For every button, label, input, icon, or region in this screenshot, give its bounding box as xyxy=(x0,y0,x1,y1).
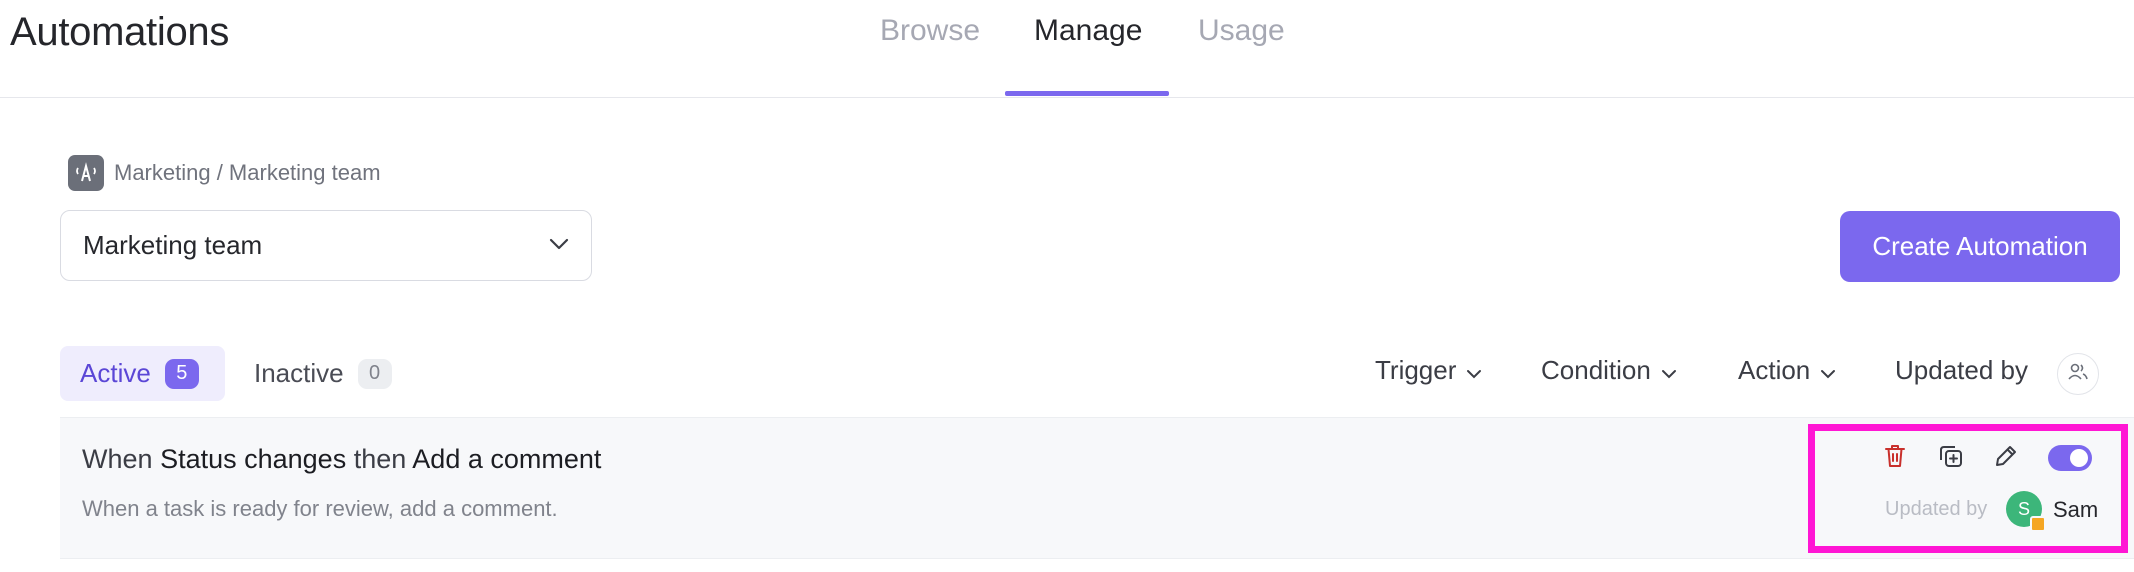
then-keyword: then xyxy=(353,444,407,474)
tab-browse[interactable]: Browse xyxy=(880,14,980,97)
people-filter-button[interactable] xyxy=(2057,353,2099,395)
condition-filter-label: Condition xyxy=(1541,355,1651,385)
updated-by-filter-label: Updated by xyxy=(1895,355,2028,385)
inactive-count-badge: 0 xyxy=(357,358,392,389)
active-tab-indicator xyxy=(1005,91,1169,96)
when-keyword: When xyxy=(82,444,153,474)
trigger-filter-label: Trigger xyxy=(1375,355,1457,385)
active-count-badge: 5 xyxy=(164,358,199,389)
tab-active-label: Active xyxy=(80,358,151,388)
trigger-filter[interactable]: Trigger xyxy=(1375,355,1482,386)
team-select-value: Marketing team xyxy=(83,230,263,260)
action-filter-label: Action xyxy=(1738,355,1811,385)
condition-filter[interactable]: Condition xyxy=(1541,355,1677,386)
action-filter[interactable]: Action xyxy=(1738,355,1836,386)
tab-active[interactable]: Active 5 xyxy=(60,346,225,401)
trigger-name: Status changes xyxy=(160,444,347,474)
chevron-down-icon xyxy=(1820,355,1836,386)
chevron-down-icon xyxy=(1466,355,1482,386)
action-name: Add a comment xyxy=(412,444,602,474)
create-automation-button[interactable]: Create Automation xyxy=(1840,211,2120,282)
tab-manage[interactable]: Manage xyxy=(1034,14,1142,97)
updated-by-filter[interactable]: Updated by xyxy=(1895,355,2028,386)
tab-inactive-label: Inactive xyxy=(254,358,344,388)
breadcrumb-text[interactable]: Marketing / Marketing team xyxy=(114,160,381,186)
team-avatar-icon xyxy=(68,155,104,191)
breadcrumb: Marketing / Marketing team xyxy=(68,155,381,191)
highlight-box xyxy=(1808,424,2128,553)
chevron-down-icon xyxy=(1661,355,1677,386)
chevron-down-icon xyxy=(549,237,569,255)
people-icon xyxy=(2067,362,2089,387)
tab-usage[interactable]: Usage xyxy=(1198,14,1285,97)
team-select[interactable]: Marketing team xyxy=(60,210,592,281)
top-tabs: Browse Manage Usage xyxy=(0,0,2134,98)
tab-inactive[interactable]: Inactive 0 xyxy=(234,346,412,401)
automation-description: When a task is ready for review, add a c… xyxy=(82,496,558,521)
automation-summary: When Status changes then Add a comment xyxy=(82,444,601,475)
